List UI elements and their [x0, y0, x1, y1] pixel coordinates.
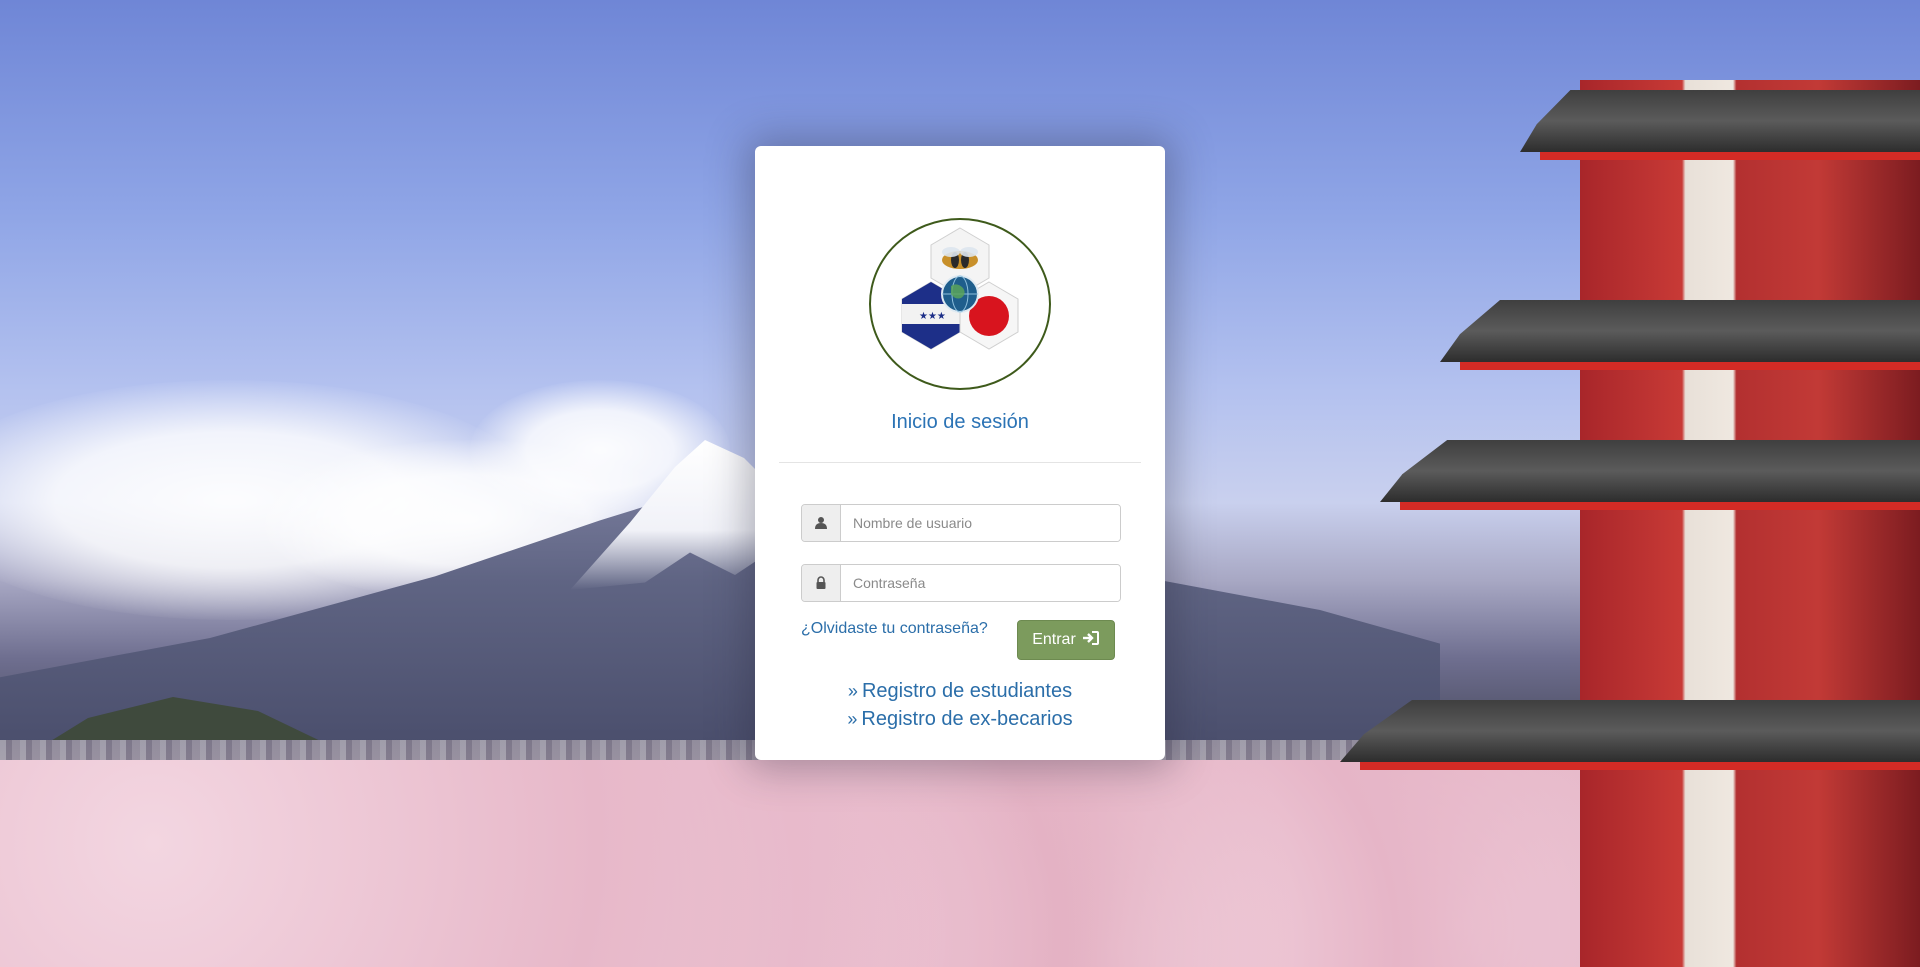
- institution-logo: ★★★: [869, 218, 1051, 390]
- double-chevron-right-icon: »: [847, 709, 858, 729]
- alumni-registration-label: Registro de ex-becarios: [861, 708, 1073, 730]
- svg-text:★★★: ★★★: [919, 311, 946, 322]
- password-input-group: [801, 564, 1121, 602]
- student-registration-label: Registro de estudiantes: [861, 680, 1073, 702]
- forgot-password-link[interactable]: ¿Olvidaste tu contraseña?: [801, 620, 988, 638]
- logo-emblem-icon: ★★★: [901, 227, 1019, 350]
- divider: [779, 462, 1141, 463]
- lock-icon: [802, 565, 841, 601]
- page: ★★★ Inicio de sesión Nombre de usuario ¿…: [0, 0, 1920, 967]
- sign-in-icon: [1082, 630, 1100, 651]
- password-input[interactable]: [841, 565, 1120, 601]
- page-title: Inicio de sesión: [891, 411, 1029, 433]
- student-registration-link[interactable]: » Registro de estudiantes: [755, 680, 1165, 703]
- login-button-label: Entrar: [1032, 631, 1076, 648]
- username-input[interactable]: [841, 505, 1120, 541]
- double-chevron-right-icon: »: [847, 681, 858, 701]
- login-button[interactable]: Entrar: [1017, 620, 1115, 660]
- login-card: ★★★ Inicio de sesión Nombre de usuario ¿…: [755, 146, 1165, 760]
- user-icon: [802, 505, 841, 541]
- alumni-registration-link[interactable]: » Registro de ex-becarios: [755, 708, 1165, 731]
- username-input-group: [801, 504, 1121, 542]
